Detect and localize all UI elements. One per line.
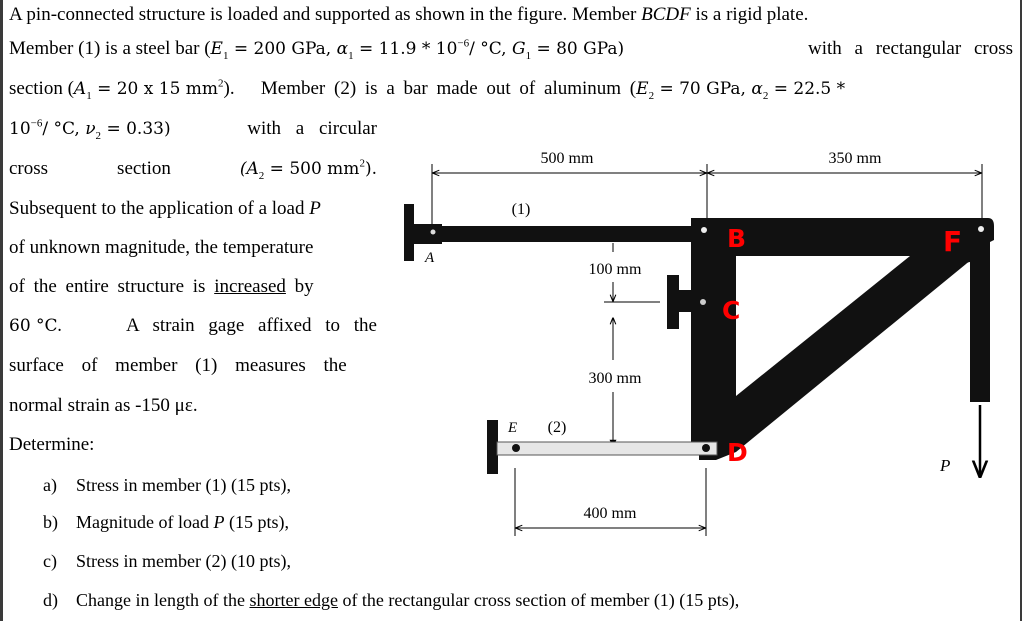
point-label-c: C [722,296,740,325]
dim-label-bf: 350 mm [829,150,882,167]
pin-d [702,444,710,452]
dim-label-ab: 500 mm [541,150,594,167]
point-label-f: F [943,225,962,258]
wall-support-e [487,420,498,474]
pin-b [701,227,707,233]
label-a: A [424,250,435,266]
pin-c [700,299,706,305]
dim-label-cd: 300 mm [589,370,642,387]
point-label-d: D [727,438,748,467]
structure-figure: 500 mm 350 mm A (1) 100 mm 300 mm E (2) [404,150,994,536]
dimension-vertical: 100 mm 300 mm [589,243,700,447]
member-1-bar [430,226,712,242]
member-2-label: (2) [548,419,567,436]
pin-a [430,229,436,235]
dimension-bottom: 400 mm [514,468,707,536]
support-c-stub [677,290,697,312]
pin-e [512,444,520,452]
member-1-label: (1) [512,201,531,218]
dim-label-bc: 100 mm [589,261,642,278]
dim-label-ed: 400 mm [584,505,637,522]
member-2-bar [496,441,718,456]
label-e: E [507,420,517,436]
point-label-b: B [727,224,746,253]
load-p-label: P [939,456,950,475]
pin-f [978,226,984,232]
